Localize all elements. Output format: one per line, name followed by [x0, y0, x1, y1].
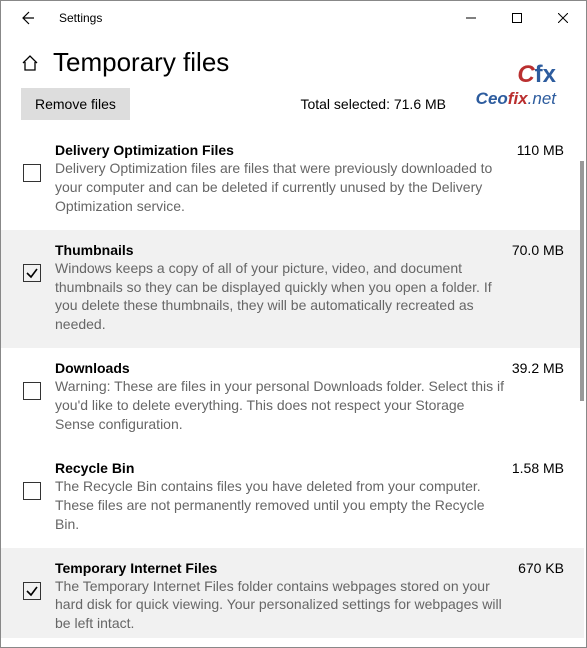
- item-head: Thumbnails70.0 MB: [55, 242, 564, 258]
- maximize-icon: [512, 13, 522, 23]
- item-size: 1.58 MB: [494, 460, 564, 476]
- checkbox[interactable]: [23, 264, 41, 282]
- arrow-left-icon: [19, 10, 35, 26]
- list-item[interactable]: Temporary Internet Files670 KBThe Tempor…: [1, 548, 584, 638]
- item-title: Downloads: [55, 360, 494, 376]
- close-icon: [558, 13, 568, 23]
- checkbox-wrap: [23, 242, 45, 335]
- home-button[interactable]: [21, 54, 39, 72]
- watermark-logo: Cfx Ceofix.net: [476, 61, 556, 109]
- scrollbar-thumb[interactable]: [580, 161, 584, 401]
- item-content: Temporary Internet Files670 KBThe Tempor…: [45, 560, 564, 634]
- item-title: Recycle Bin: [55, 460, 494, 476]
- titlebar: Settings: [1, 1, 586, 35]
- item-size: 70.0 MB: [494, 242, 564, 258]
- item-size: 39.2 MB: [494, 360, 564, 376]
- checkbox-wrap: [23, 460, 45, 534]
- item-content: Thumbnails70.0 MBWindows keeps a copy of…: [45, 242, 564, 335]
- checkmark-icon: [25, 266, 39, 280]
- list-item[interactable]: Thumbnails70.0 MBWindows keeps a copy of…: [1, 230, 584, 349]
- minimize-button[interactable]: [448, 1, 494, 35]
- item-title: Delivery Optimization Files: [55, 142, 494, 158]
- file-categories-list[interactable]: Delivery Optimization Files110 MBDeliver…: [1, 130, 586, 638]
- item-size: 110 MB: [494, 142, 564, 158]
- home-icon: [21, 54, 39, 72]
- list-item[interactable]: Recycle Bin1.58 MBThe Recycle Bin contai…: [1, 448, 584, 548]
- checkbox-wrap: [23, 142, 45, 216]
- item-description: Delivery Optimization files are files th…: [55, 159, 564, 216]
- item-title: Temporary Internet Files: [55, 560, 494, 576]
- close-button[interactable]: [540, 1, 586, 35]
- total-selected-label: Total selected: 71.6 MB: [300, 96, 446, 112]
- item-description: The Temporary Internet Files folder cont…: [55, 577, 564, 634]
- list-item[interactable]: Downloads39.2 MBWarning: These are files…: [1, 348, 584, 448]
- checkmark-icon: [25, 584, 39, 598]
- item-description: Warning: These are files in your persona…: [55, 377, 564, 434]
- window-controls: [448, 1, 586, 35]
- window-title: Settings: [59, 11, 448, 25]
- maximize-button[interactable]: [494, 1, 540, 35]
- logo-url: Ceofix.net: [476, 89, 556, 109]
- item-content: Delivery Optimization Files110 MBDeliver…: [45, 142, 564, 216]
- item-head: Delivery Optimization Files110 MB: [55, 142, 564, 158]
- remove-files-button[interactable]: Remove files: [21, 88, 130, 120]
- item-head: Recycle Bin1.58 MB: [55, 460, 564, 476]
- item-content: Recycle Bin1.58 MBThe Recycle Bin contai…: [45, 460, 564, 534]
- checkbox[interactable]: [23, 582, 41, 600]
- item-description: The Recycle Bin contains files you have …: [55, 477, 564, 534]
- list-item[interactable]: Delivery Optimization Files110 MBDeliver…: [1, 130, 584, 230]
- item-head: Temporary Internet Files670 KB: [55, 560, 564, 576]
- back-button[interactable]: [7, 1, 47, 35]
- checkbox[interactable]: [23, 482, 41, 500]
- checkbox-wrap: [23, 560, 45, 634]
- checkbox[interactable]: [23, 164, 41, 182]
- checkbox[interactable]: [23, 382, 41, 400]
- item-head: Downloads39.2 MB: [55, 360, 564, 376]
- item-size: 670 KB: [494, 560, 564, 576]
- checkbox-wrap: [23, 360, 45, 434]
- minimize-icon: [466, 13, 476, 23]
- item-content: Downloads39.2 MBWarning: These are files…: [45, 360, 564, 434]
- item-description: Windows keeps a copy of all of your pict…: [55, 259, 564, 335]
- item-title: Thumbnails: [55, 242, 494, 258]
- logo-top: Cfx: [476, 61, 556, 89]
